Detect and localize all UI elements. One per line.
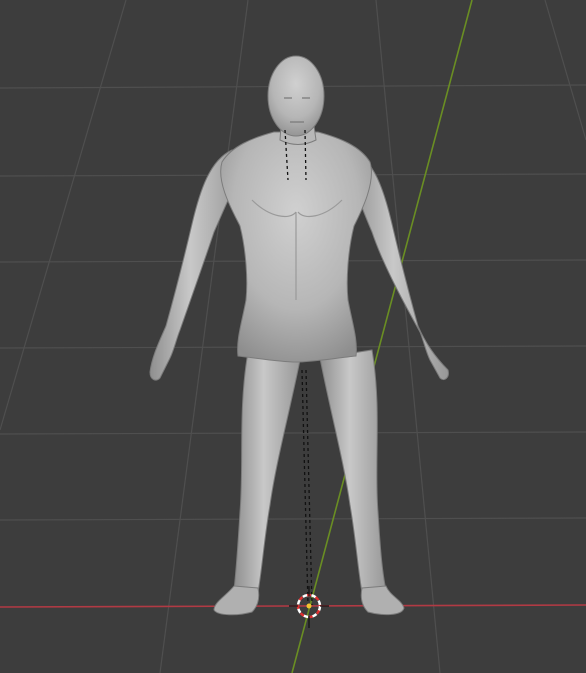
cursor-center bbox=[306, 603, 312, 609]
head bbox=[267, 55, 325, 137]
viewport-canvas[interactable] bbox=[0, 0, 586, 673]
3d-viewport[interactable] bbox=[0, 0, 586, 673]
